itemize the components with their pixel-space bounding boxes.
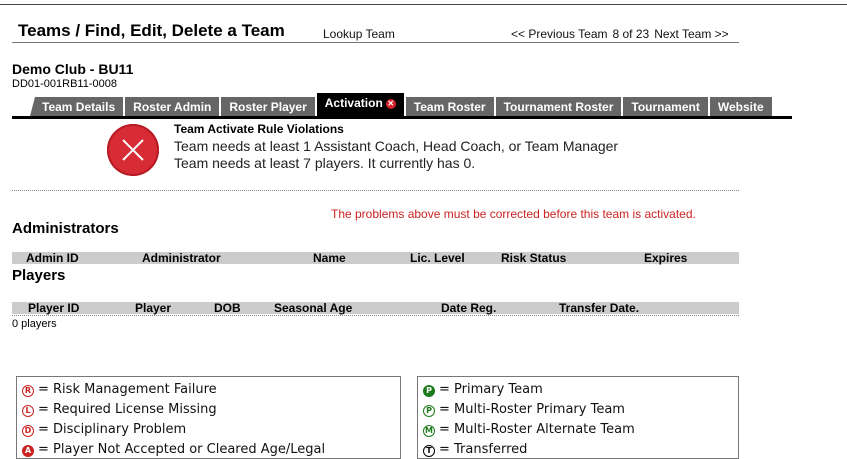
legend-item: R = Risk Management Failure bbox=[22, 382, 217, 397]
legend-item: D = Disciplinary Problem bbox=[22, 422, 186, 437]
tab-team-roster[interactable]: Team Roster bbox=[405, 97, 494, 116]
players-header-row: Player ID Player DOB Seasonal Age Date R… bbox=[12, 301, 739, 315]
team-code: DD01-001RB11-0008 bbox=[12, 78, 117, 90]
column-header[interactable]: DOB bbox=[214, 301, 241, 315]
risk-failure-icon: R bbox=[22, 385, 34, 397]
column-header[interactable]: Administrator bbox=[142, 251, 221, 265]
column-header[interactable]: Admin ID bbox=[26, 251, 79, 265]
legend-item: P = Multi-Roster Primary Team bbox=[423, 402, 625, 417]
legend-item: A = Player Not Accepted or Cleared Age/Le… bbox=[22, 442, 325, 457]
tab-activation-label: Activation bbox=[324, 96, 383, 110]
tab-bar-underline bbox=[12, 116, 792, 119]
not-accepted-icon: A bbox=[22, 445, 34, 457]
violation-message: Team needs at least 7 players. It curren… bbox=[174, 155, 476, 171]
transferred-icon: T bbox=[423, 445, 435, 457]
header-divider bbox=[12, 42, 739, 43]
players-heading: Players bbox=[12, 267, 66, 284]
legend-item: P = Primary Team bbox=[423, 382, 543, 397]
violation-message: Team needs at least 1 Assistant Coach, H… bbox=[174, 138, 619, 154]
primary-team-icon: P bbox=[423, 385, 435, 397]
page-title: Teams / Find, Edit, Delete a Team bbox=[18, 21, 285, 40]
tab-team-details[interactable]: Team Details bbox=[30, 97, 124, 116]
top-divider bbox=[0, 4, 847, 5]
previous-team-link[interactable]: << Previous Team bbox=[511, 27, 608, 41]
tab-tournament-roster[interactable]: Tournament Roster bbox=[495, 97, 622, 116]
legend-item: T = Transferred bbox=[423, 442, 527, 457]
license-missing-icon: L bbox=[22, 405, 34, 417]
violation-error-icon bbox=[107, 124, 159, 176]
legend-roster-box: P = Primary Team P = Multi-Roster Primary … bbox=[417, 376, 739, 459]
column-header[interactable]: Lic. Level bbox=[410, 251, 465, 265]
disciplinary-icon: D bbox=[22, 425, 34, 437]
column-header[interactable]: Transfer Date. bbox=[559, 301, 639, 315]
multi-roster-primary-icon: P bbox=[423, 405, 435, 417]
tab-roster-player[interactable]: Roster Player bbox=[221, 97, 315, 116]
column-header[interactable]: Player ID bbox=[28, 301, 79, 315]
column-header[interactable]: Risk Status bbox=[501, 251, 566, 265]
column-header[interactable]: Player bbox=[135, 301, 171, 315]
administrators-heading: Administrators bbox=[12, 220, 119, 237]
multi-roster-alternate-icon: M bbox=[423, 425, 435, 437]
team-pager: << Previous Team 8 of 23 Next Team >> bbox=[511, 27, 734, 41]
team-name: Demo Club - BU11 bbox=[12, 61, 134, 77]
next-team-link[interactable]: Next Team >> bbox=[654, 27, 728, 41]
legend-status-box: R = Risk Management Failure L = Required L… bbox=[16, 376, 401, 459]
legend-item: L = Required License Missing bbox=[22, 402, 217, 417]
error-icon: ✕ bbox=[385, 99, 396, 109]
column-header[interactable]: Date Reg. bbox=[441, 301, 496, 315]
administrators-header-row: Admin ID Administrator Name Lic. Level R… bbox=[12, 251, 739, 265]
violations-title: Team Activate Rule Violations bbox=[174, 122, 344, 136]
column-header[interactable]: Expires bbox=[644, 251, 687, 265]
players-divider bbox=[12, 315, 739, 316]
tab-roster-admin[interactable]: Roster Admin bbox=[125, 97, 220, 116]
column-header[interactable]: Seasonal Age bbox=[274, 301, 352, 315]
column-header[interactable]: Name bbox=[313, 251, 346, 265]
team-position: 8 of 23 bbox=[612, 27, 650, 41]
tab-website[interactable]: Website bbox=[709, 97, 772, 116]
lookup-team-link[interactable]: Lookup Team bbox=[323, 27, 395, 41]
dotted-divider bbox=[12, 190, 739, 191]
players-count: 0 players bbox=[12, 318, 57, 330]
tab-tournament[interactable]: Tournament bbox=[623, 97, 708, 116]
problems-note: The problems above must be corrected bef… bbox=[331, 207, 696, 221]
tab-activation[interactable]: Activation ✕ bbox=[316, 93, 404, 116]
legend-item: M = Multi-Roster Alternate Team bbox=[423, 422, 635, 437]
tab-bar: Team Details Roster Admin Roster Player … bbox=[30, 93, 774, 116]
